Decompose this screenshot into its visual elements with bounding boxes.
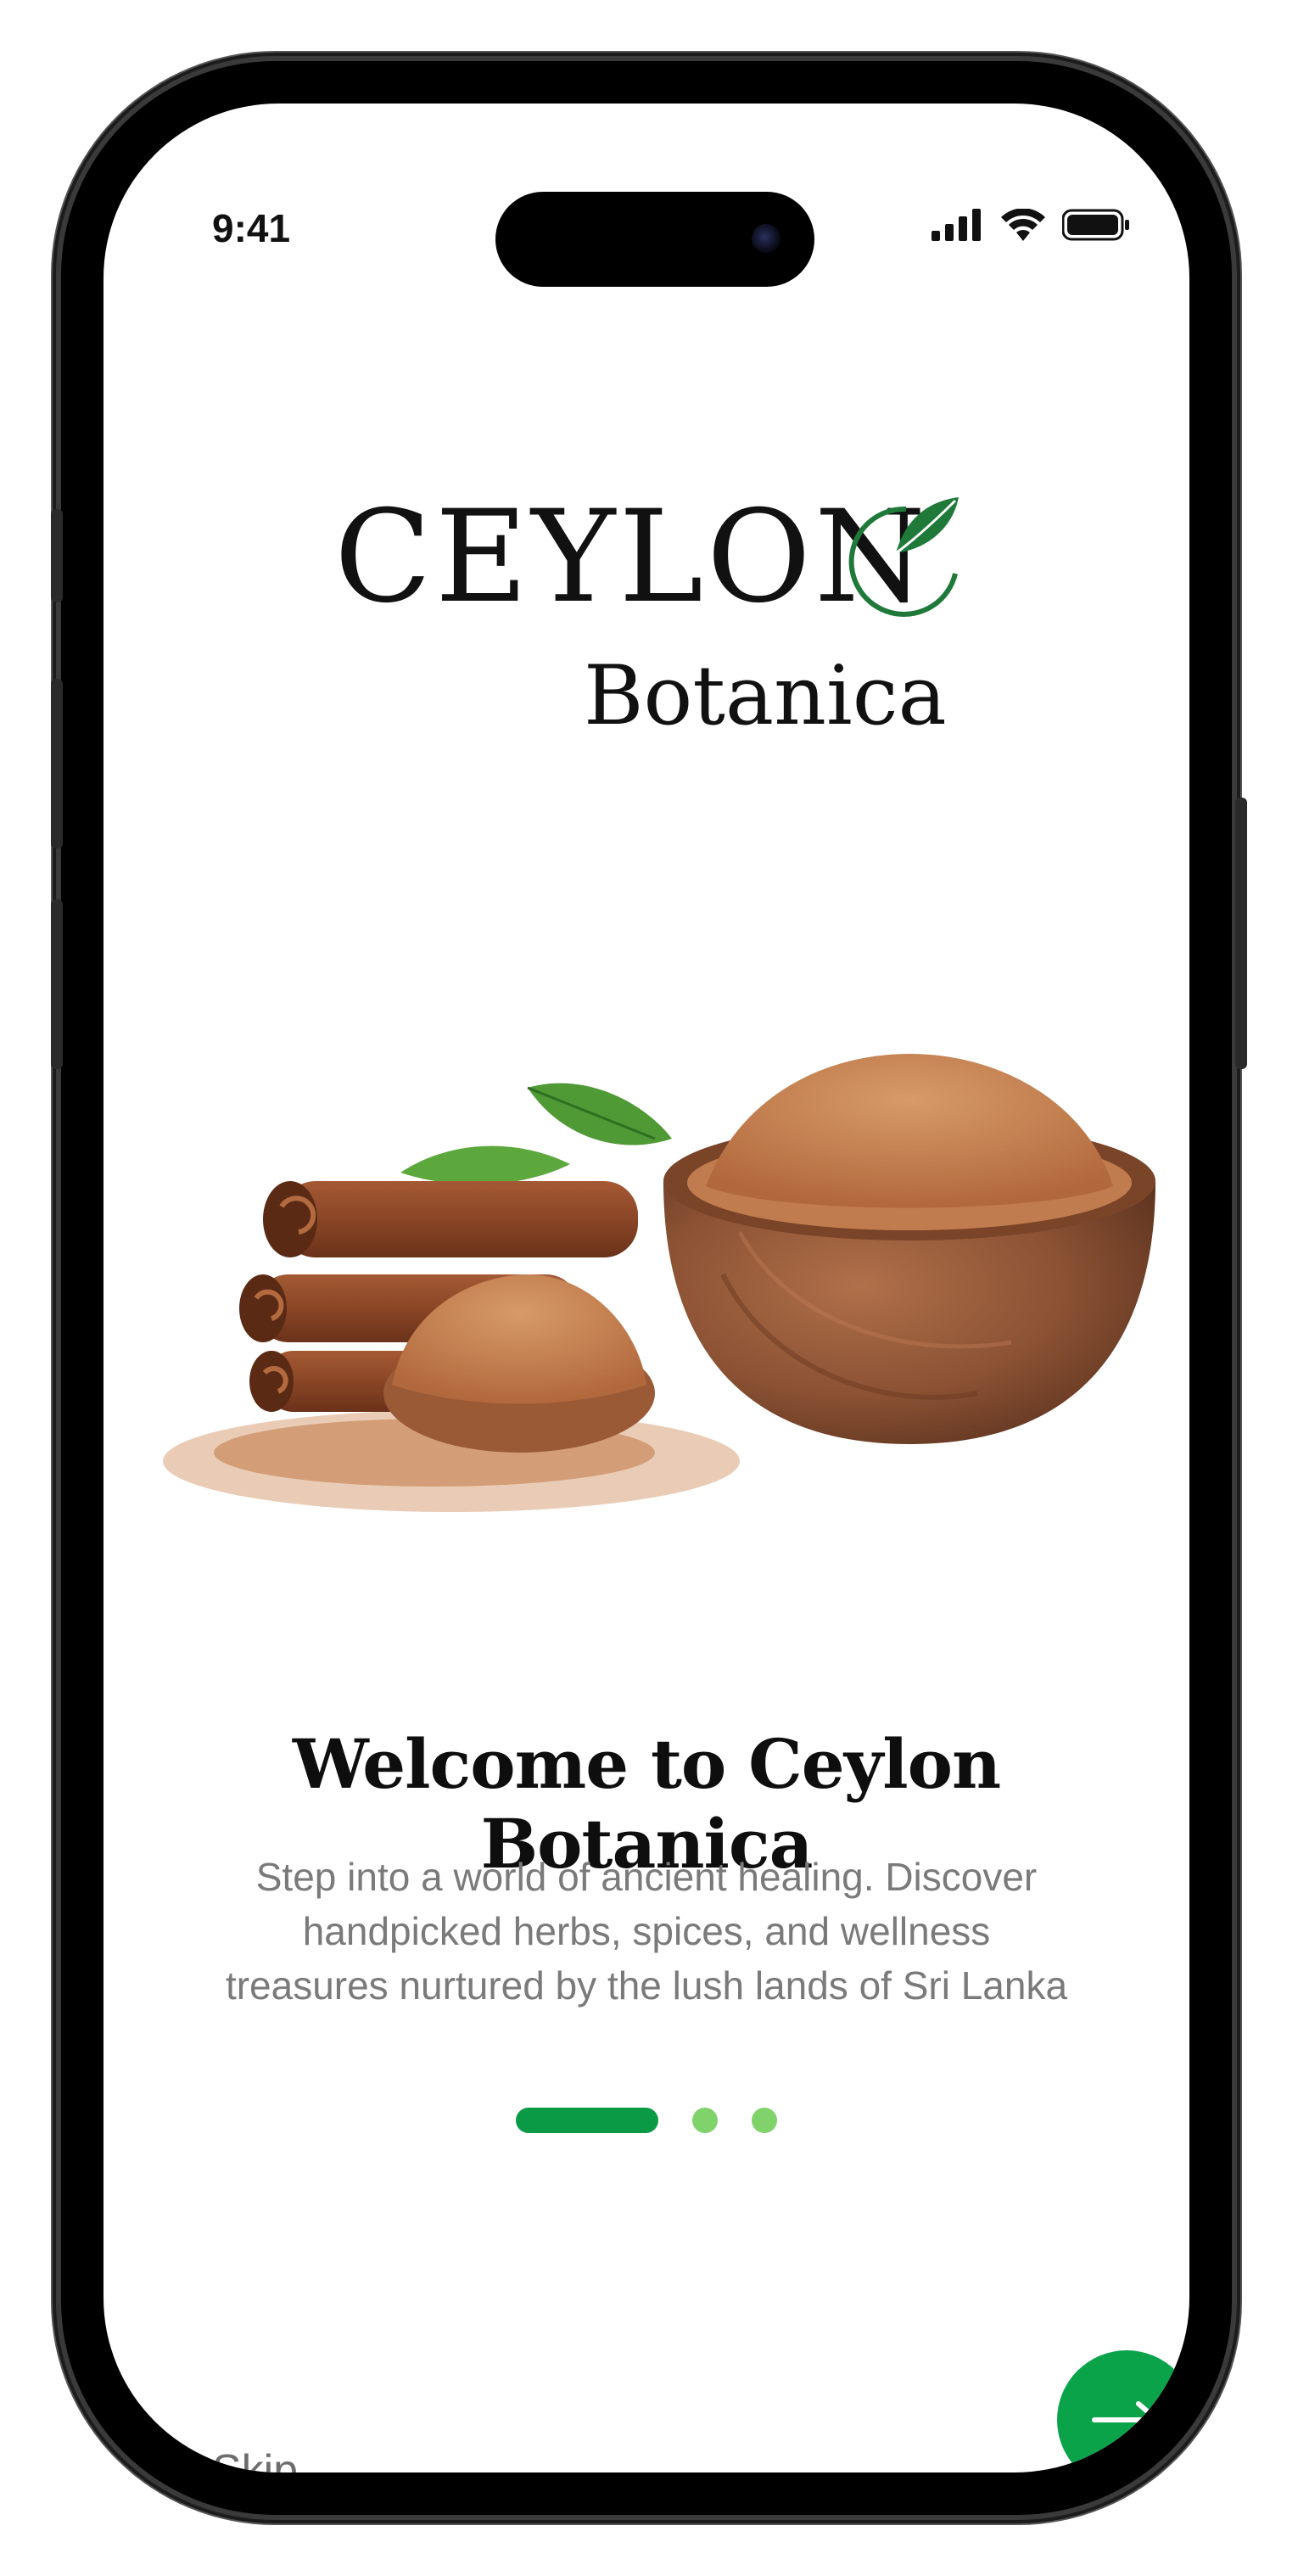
wifi-icon bbox=[1001, 209, 1045, 241]
volume-down-button bbox=[51, 899, 63, 1069]
page-dot-active[interactable] bbox=[516, 2108, 658, 2133]
status-time: 9:41 bbox=[212, 206, 291, 250]
page-dot-3[interactable] bbox=[752, 2108, 777, 2133]
skip-button[interactable]: Skip bbox=[212, 2445, 298, 2472]
page-indicator bbox=[104, 2108, 1189, 2133]
page-dot-2[interactable] bbox=[692, 2108, 718, 2133]
signal-icon bbox=[932, 209, 981, 241]
phone-frame: 9:41 CEYLON Botanica Welcome to Ceylon B… bbox=[61, 61, 1232, 2515]
brand-subtitle: Botanica bbox=[584, 648, 947, 743]
status-icons bbox=[932, 209, 1130, 241]
hero-illustration bbox=[163, 1054, 1155, 1512]
battery-icon bbox=[1062, 209, 1129, 241]
leaf-icon bbox=[848, 497, 959, 617]
onboarding-description: Step into a world of ancient healing. Di… bbox=[225, 1855, 1068, 2008]
app-screen: 9:41 CEYLON Botanica Welcome to Ceylon B… bbox=[104, 104, 1189, 2472]
brand-logo: CEYLON Botanica bbox=[104, 494, 1189, 748]
action-button bbox=[51, 509, 63, 602]
camera-icon bbox=[752, 224, 780, 253]
brand-name: CEYLON bbox=[334, 484, 930, 631]
volume-up-button bbox=[51, 679, 63, 848]
power-button bbox=[1235, 798, 1247, 1069]
next-button[interactable] bbox=[1057, 2350, 1189, 2472]
dynamic-island bbox=[495, 192, 814, 287]
arrow-right-icon bbox=[1092, 2401, 1160, 2439]
